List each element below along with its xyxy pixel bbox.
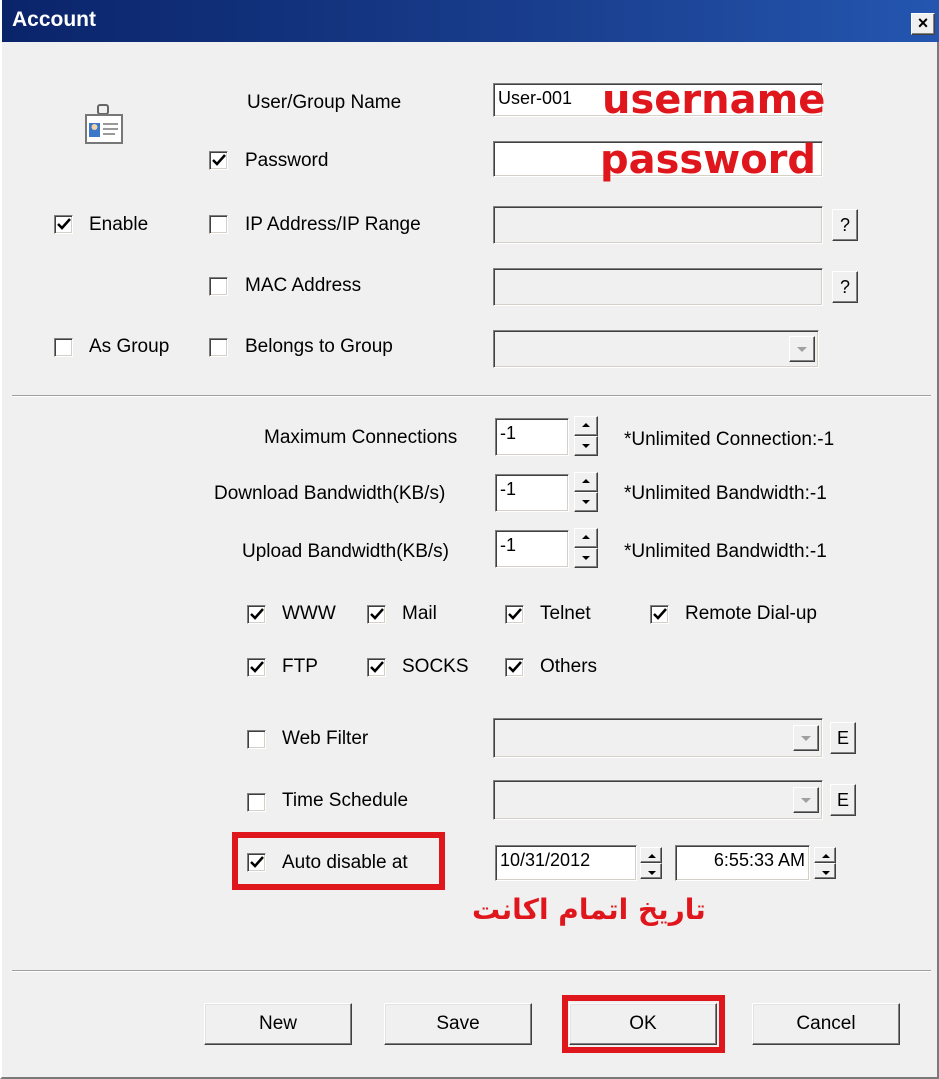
telnet-label: Telnet: [540, 603, 591, 624]
web-filter-edit-button[interactable]: E: [830, 722, 856, 754]
close-button[interactable]: ×: [911, 13, 935, 35]
web-filter-checkbox[interactable]: [247, 730, 266, 749]
username-annotation: username: [602, 77, 826, 123]
ok-highlight: [562, 995, 725, 1053]
mac-address-label: MAC Address: [245, 275, 362, 296]
www-label: WWW: [282, 603, 336, 624]
mac-address-checkbox[interactable]: [209, 277, 228, 296]
upload-bandwidth-spinner[interactable]: [574, 528, 598, 568]
account-card-icon: [84, 103, 124, 145]
auto-disable-time-input[interactable]: 6:55:33 AM: [675, 845, 810, 881]
enable-checkbox[interactable]: [54, 215, 73, 234]
time-schedule-checkbox[interactable]: [247, 793, 266, 812]
telnet-checkbox[interactable]: [505, 605, 524, 624]
auto-disable-date-spinner[interactable]: [640, 847, 662, 879]
remote-dialup-label: Remote Dial-up: [685, 603, 817, 624]
auto-disable-date-input[interactable]: 10/31/2012: [495, 845, 637, 881]
time-schedule-select: [493, 780, 823, 820]
remote-dialup-checkbox[interactable]: [650, 605, 669, 624]
max-connections-note: *Unlimited Connection:-1: [624, 429, 835, 450]
upload-bandwidth-note: *Unlimited Bandwidth:-1: [624, 541, 827, 562]
max-connections-label: Maximum Connections: [264, 427, 458, 448]
ip-range-checkbox[interactable]: [209, 215, 228, 234]
download-bandwidth-note: *Unlimited Bandwidth:-1: [624, 483, 827, 504]
ftp-label: FTP: [282, 656, 318, 677]
time-schedule-edit-button[interactable]: E: [830, 784, 856, 816]
download-bandwidth-spinner[interactable]: [574, 472, 598, 512]
enable-label: Enable: [89, 214, 149, 235]
ip-range-label: IP Address/IP Range: [245, 214, 421, 235]
others-checkbox[interactable]: [505, 658, 524, 677]
new-button[interactable]: New: [204, 1003, 352, 1045]
belongs-to-group-label: Belongs to Group: [245, 336, 393, 357]
separator: [12, 395, 931, 397]
window-title: Account: [12, 8, 96, 31]
download-bandwidth-input[interactable]: -1: [495, 474, 569, 512]
expiry-annotation: تاریخ اتمام اکانت: [472, 893, 706, 926]
upload-bandwidth-input[interactable]: -1: [495, 530, 569, 568]
www-checkbox[interactable]: [247, 605, 266, 624]
download-bandwidth-label: Download Bandwidth(KB/s): [214, 483, 446, 504]
ftp-checkbox[interactable]: [247, 658, 266, 677]
ip-help-button[interactable]: ?: [832, 209, 858, 241]
max-connections-spinner[interactable]: [574, 416, 598, 456]
title-bar[interactable]: Account ×: [2, 0, 939, 42]
mail-label: Mail: [402, 603, 437, 624]
upload-bandwidth-label: Upload Bandwidth(KB/s): [242, 541, 449, 562]
cancel-button[interactable]: Cancel: [752, 1003, 900, 1045]
ip-range-input: [493, 206, 823, 244]
account-dialog: Account × User/Group Name User-001 Passw…: [0, 0, 939, 1079]
auto-disable-highlight: [232, 832, 445, 890]
socks-label: SOCKS: [402, 656, 469, 677]
as-group-checkbox[interactable]: [54, 338, 73, 357]
password-label: Password: [245, 150, 329, 171]
password-checkbox[interactable]: [209, 151, 228, 170]
user-group-name-label: User/Group Name: [247, 92, 402, 113]
max-connections-input[interactable]: -1: [495, 418, 569, 456]
save-button[interactable]: Save: [384, 1003, 532, 1045]
mac-help-button[interactable]: ?: [832, 271, 858, 303]
web-filter-select: [493, 718, 823, 758]
group-dropdown-arrow-icon: [789, 336, 815, 362]
auto-disable-time-spinner[interactable]: [814, 847, 836, 879]
bottom-separator: [12, 970, 931, 972]
time-schedule-dropdown-arrow-icon: [793, 787, 819, 813]
time-schedule-label: Time Schedule: [282, 790, 409, 811]
password-annotation: password: [600, 137, 817, 183]
web-filter-label: Web Filter: [282, 728, 369, 749]
others-label: Others: [540, 656, 598, 677]
mac-address-input: [493, 268, 823, 306]
belongs-to-group-checkbox[interactable]: [209, 338, 228, 357]
group-select: [493, 330, 819, 368]
web-filter-dropdown-arrow-icon: [793, 725, 819, 751]
as-group-label: As Group: [89, 336, 170, 357]
socks-checkbox[interactable]: [367, 658, 386, 677]
mail-checkbox[interactable]: [367, 605, 386, 624]
